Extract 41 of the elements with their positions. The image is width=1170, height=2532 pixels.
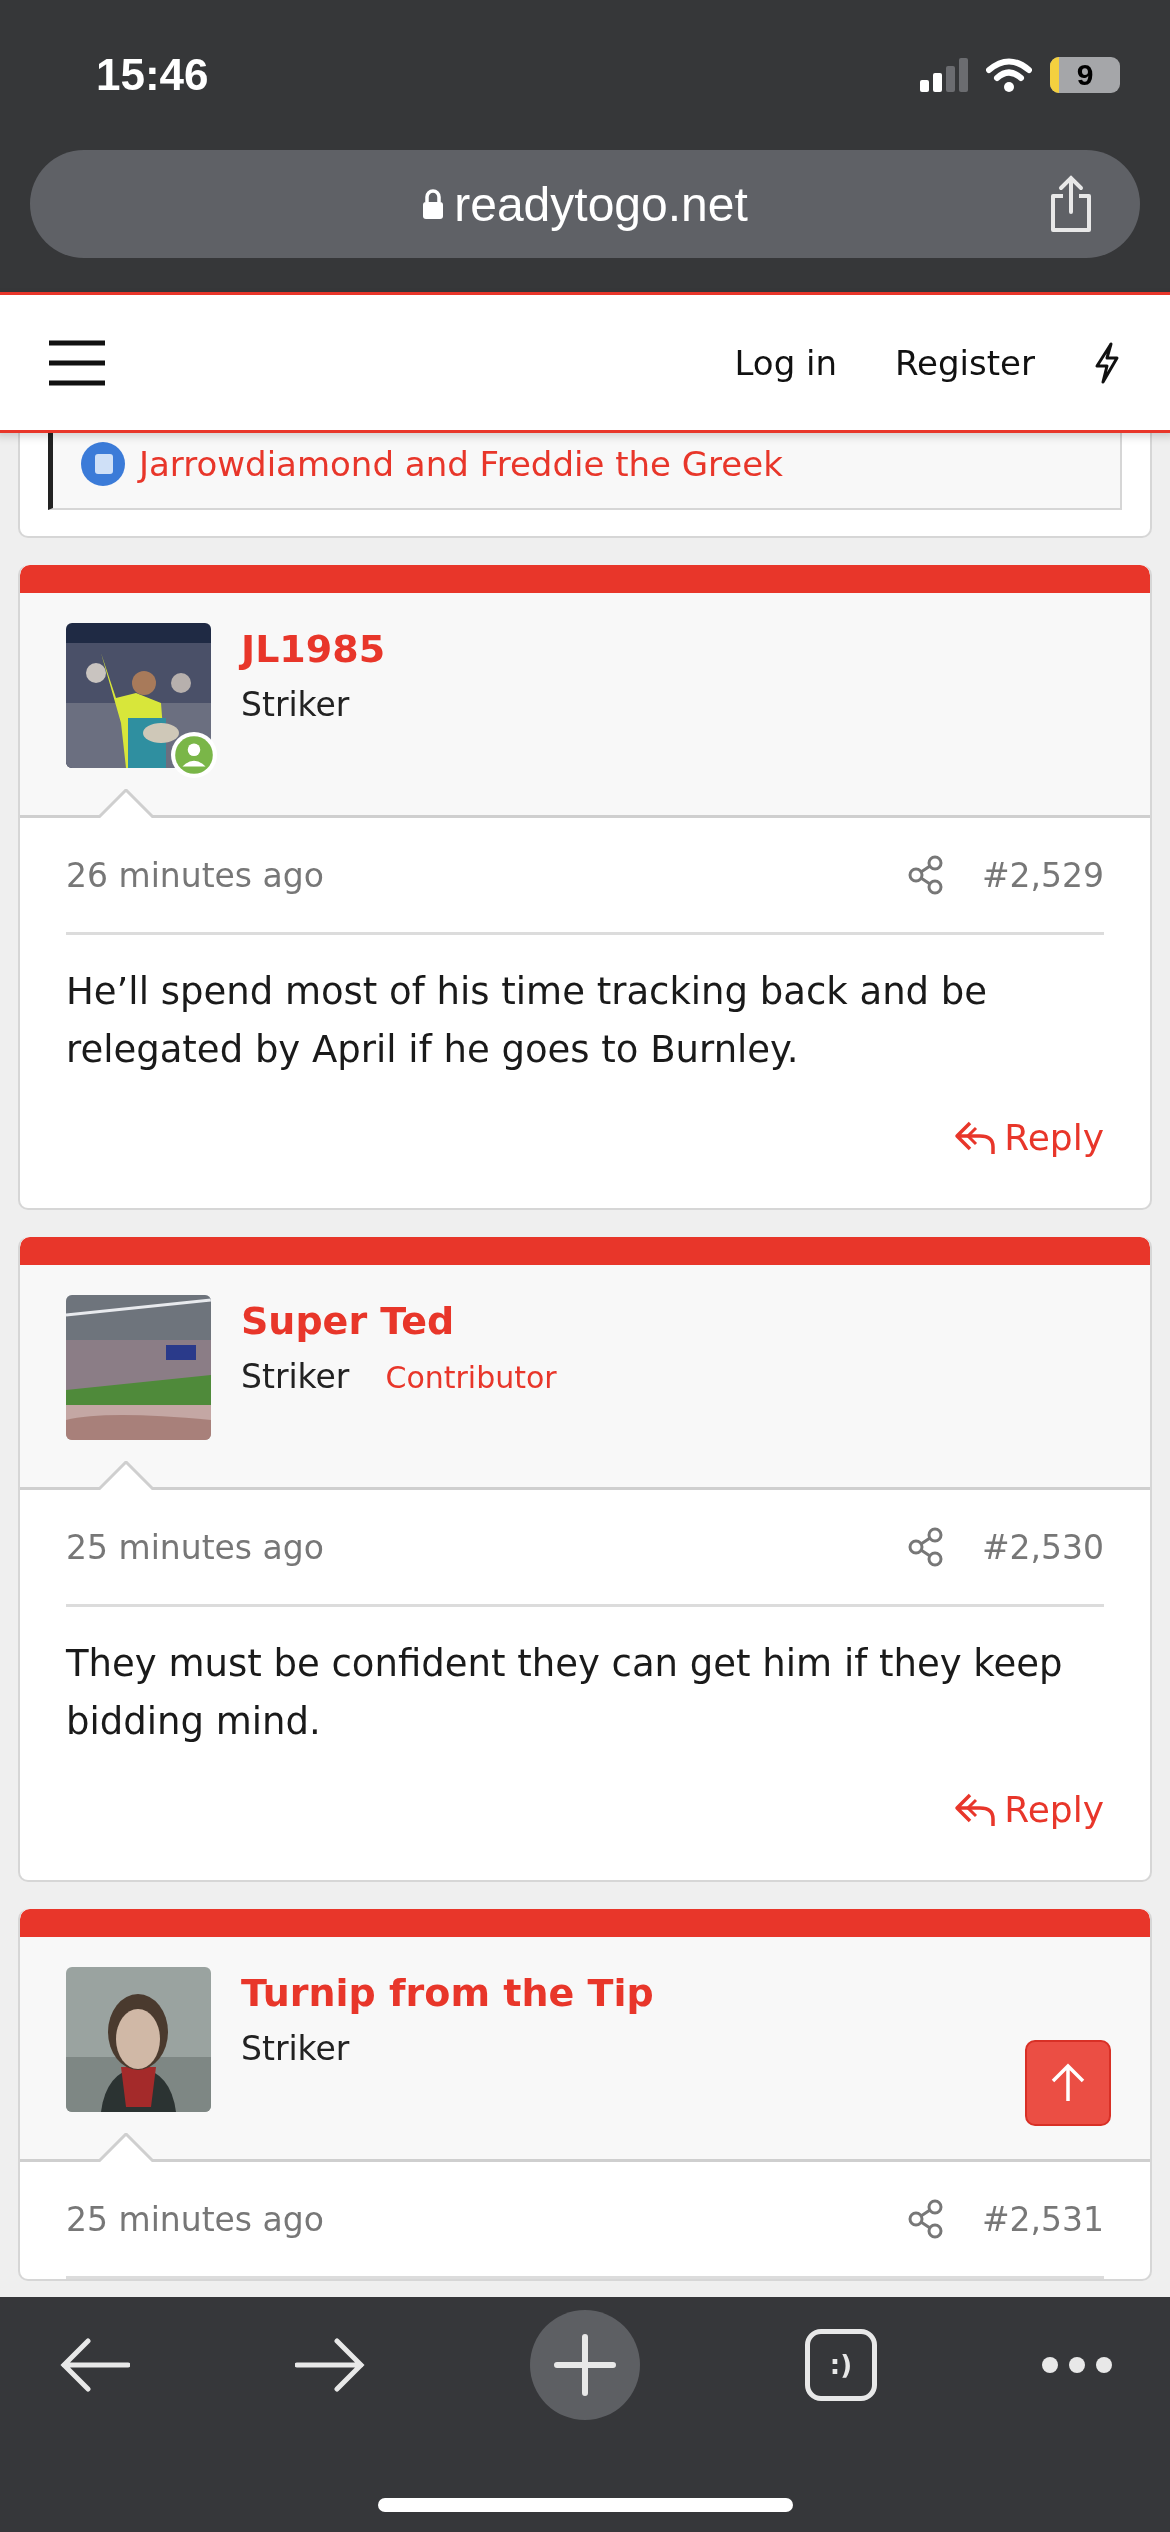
lightning-icon[interactable] [1093, 341, 1121, 384]
battery-icon: 9 [1050, 57, 1120, 93]
user-title: Striker [241, 685, 350, 724]
header-link[interactable]: Register [895, 342, 1035, 383]
new-tab-button[interactable] [530, 2310, 640, 2420]
post-number[interactable]: #2,531 [981, 2199, 1104, 2239]
menu-icon[interactable] [47, 339, 107, 386]
post-body: He’ll spend most of his time tracking back and be relegated by April if he goes to Burnley. [65, 969, 989, 1073]
signal-icon [920, 58, 968, 92]
username-link[interactable]: Super Ted [241, 1299, 557, 1343]
user-title: Striker [241, 1357, 350, 1396]
post-number[interactable]: #2,530 [981, 1527, 1104, 1567]
address-bar[interactable]: readytogo.net [30, 150, 1140, 258]
username-link[interactable]: JL1985 [241, 627, 386, 671]
share-icon[interactable] [907, 2199, 944, 2239]
reply-link[interactable]: Reply [954, 1789, 1104, 1830]
post-body: They must be confident they can get him if they keep bidding mind. [65, 1641, 1064, 1745]
wifi-icon [986, 58, 1032, 92]
reply-icon [954, 1119, 997, 1156]
more-icon[interactable] [1042, 2357, 1112, 2373]
up-arrow-icon [1050, 2063, 1086, 2103]
reply-link[interactable]: Reply [954, 1117, 1104, 1158]
tabs-button[interactable]: :) [805, 2329, 877, 2401]
lock-icon [422, 189, 445, 219]
post-number[interactable]: #2,529 [981, 855, 1104, 895]
scroll-to-top-button[interactable] [1025, 2040, 1111, 2126]
share-icon[interactable] [907, 1527, 944, 1567]
user-banner-label: Contributor [385, 1360, 557, 1395]
back-icon[interactable] [60, 2337, 130, 2393]
username-link[interactable]: Turnip from the Tip [241, 1971, 654, 2015]
reply-icon [954, 1791, 997, 1828]
forward-icon[interactable] [295, 2337, 365, 2393]
post-time[interactable]: 26 minutes ago [66, 855, 324, 895]
status-time: 15:46 [96, 50, 209, 100]
user-title: Striker [241, 2029, 350, 2068]
user-icon [81, 442, 125, 486]
post-time[interactable]: 25 minutes ago [66, 2199, 324, 2239]
header-link[interactable]: Log in [734, 342, 837, 383]
quote-attribution[interactable]: Jarrowdiamond and Freddie the Greek [139, 442, 783, 486]
post-time[interactable]: 25 minutes ago [66, 1527, 324, 1567]
share-icon[interactable] [907, 855, 944, 895]
